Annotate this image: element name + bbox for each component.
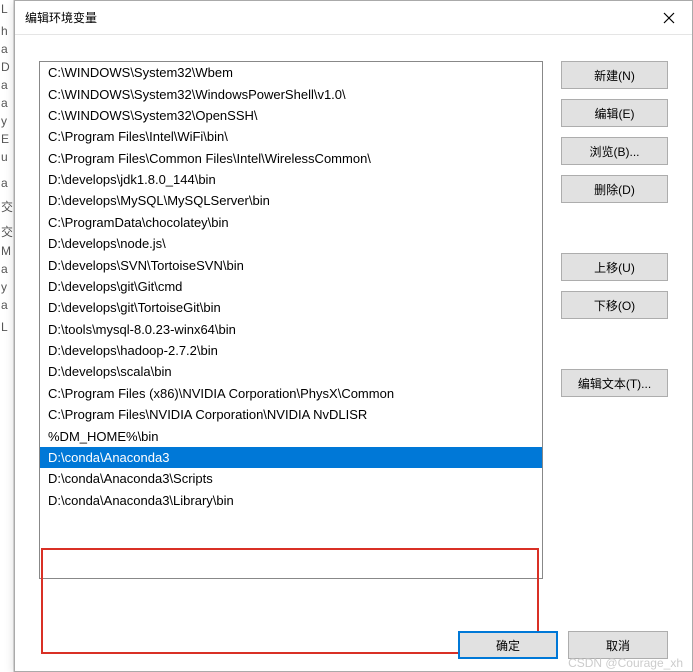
bg-char: u	[0, 148, 13, 166]
list-item[interactable]: D:\develops\SVN\TortoiseSVN\bin	[40, 254, 542, 275]
side-buttons: 新建(N) 编辑(E) 浏览(B)... 删除(D) 上移(U) 下移(O) 编…	[561, 61, 668, 579]
list-item[interactable]: C:\Program Files\Common Files\Intel\Wire…	[40, 148, 542, 169]
titlebar: 编辑环境变量	[15, 1, 692, 35]
list-item[interactable]: D:\develops\hadoop-2.7.2\bin	[40, 340, 542, 361]
list-item[interactable]: D:\develops\git\TortoiseGit\bin	[40, 297, 542, 318]
delete-button[interactable]: 删除(D)	[561, 175, 668, 203]
list-item[interactable]: D:\conda\Anaconda3	[40, 447, 542, 468]
list-item[interactable]: C:\Program Files\NVIDIA Corporation\NVID…	[40, 404, 542, 425]
list-item[interactable]: C:\WINDOWS\System32\WindowsPowerShell\v1…	[40, 83, 542, 104]
bg-char: L	[0, 318, 13, 336]
list-item[interactable]: C:\Program Files (x86)\NVIDIA Corporatio…	[40, 383, 542, 404]
spacer	[561, 213, 668, 253]
list-item[interactable]: D:\tools\mysql-8.0.23-winx64\bin	[40, 319, 542, 340]
bottom-buttons: 确定 取消	[458, 631, 668, 659]
list-item[interactable]: C:\WINDOWS\System32\Wbem	[40, 62, 542, 83]
bg-char: a	[0, 260, 13, 278]
bg-char: a	[0, 174, 13, 192]
bg-char: M	[0, 242, 13, 260]
bg-char: h	[0, 22, 13, 40]
spacer	[561, 329, 668, 369]
list-item[interactable]: %DM_HOME%\bin	[40, 425, 542, 446]
ok-button[interactable]: 确定	[458, 631, 558, 659]
list-item[interactable]: C:\WINDOWS\System32\OpenSSH\	[40, 105, 542, 126]
edit-button[interactable]: 编辑(E)	[561, 99, 668, 127]
edit-text-button[interactable]: 编辑文本(T)...	[561, 369, 668, 397]
bg-char: 交	[0, 221, 13, 242]
move-down-button[interactable]: 下移(O)	[561, 291, 668, 319]
bg-char: y	[0, 112, 13, 130]
dialog-content: C:\WINDOWS\System32\WbemC:\WINDOWS\Syste…	[15, 35, 692, 589]
bg-char: a	[0, 40, 13, 58]
watermark: CSDN @Courage_xh	[568, 656, 683, 670]
list-item[interactable]: D:\conda\Anaconda3\Scripts	[40, 468, 542, 489]
list-item[interactable]: D:\develops\jdk1.8.0_144\bin	[40, 169, 542, 190]
list-item[interactable]: D:\develops\MySQL\MySQLServer\bin	[40, 190, 542, 211]
background-strip: LhaDaayEua交交MayaL	[0, 0, 14, 672]
list-item[interactable]: D:\conda\Anaconda3\Library\bin	[40, 490, 542, 511]
bg-char: L	[0, 0, 13, 18]
close-button[interactable]	[646, 1, 692, 35]
dialog-title: 编辑环境变量	[25, 9, 97, 26]
path-listbox[interactable]: C:\WINDOWS\System32\WbemC:\WINDOWS\Syste…	[39, 61, 543, 579]
list-item[interactable]: C:\Program Files\Intel\WiFi\bin\	[40, 126, 542, 147]
cancel-button[interactable]: 取消	[568, 631, 668, 659]
move-up-button[interactable]: 上移(U)	[561, 253, 668, 281]
bg-char: D	[0, 58, 13, 76]
bg-char: a	[0, 296, 13, 314]
new-button[interactable]: 新建(N)	[561, 61, 668, 89]
bg-char: y	[0, 278, 13, 296]
close-icon	[663, 12, 675, 24]
bg-char: E	[0, 130, 13, 148]
edit-env-var-dialog: 编辑环境变量 C:\WINDOWS\System32\WbemC:\WINDOW…	[14, 0, 693, 672]
list-item[interactable]: D:\develops\git\Git\cmd	[40, 276, 542, 297]
list-item[interactable]: C:\ProgramData\chocolatey\bin	[40, 212, 542, 233]
bg-char: a	[0, 94, 13, 112]
browse-button[interactable]: 浏览(B)...	[561, 137, 668, 165]
list-wrapper: C:\WINDOWS\System32\WbemC:\WINDOWS\Syste…	[39, 61, 543, 579]
bg-char: a	[0, 76, 13, 94]
bg-char: 交	[0, 196, 13, 217]
list-item[interactable]: D:\develops\scala\bin	[40, 361, 542, 382]
list-item[interactable]: D:\develops\node.js\	[40, 233, 542, 254]
